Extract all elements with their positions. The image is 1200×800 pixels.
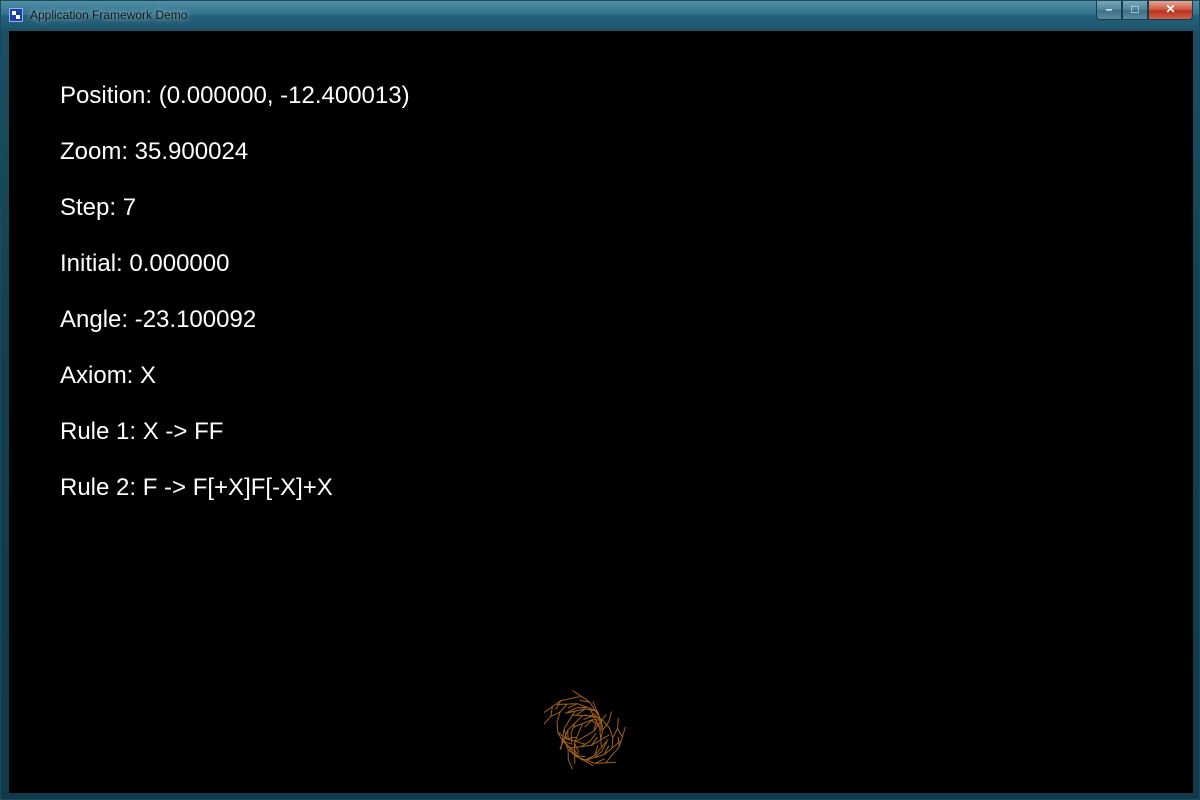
window-title: Application Framework Demo: [30, 8, 188, 22]
window-controls: – □ ✕: [1096, 1, 1193, 21]
step-readout: Step: 7: [60, 194, 137, 221]
tree-branches: [543, 690, 626, 770]
maximize-button[interactable]: □: [1122, 1, 1148, 20]
rule2-readout: Rule 2: F -> F[+X]F[-X]+X: [60, 474, 333, 501]
app-window: Application Framework Demo – □ ✕ Positio…: [0, 0, 1200, 800]
minimize-button[interactable]: –: [1096, 1, 1122, 20]
position-readout: Position: (0.000000, -12.400013): [60, 82, 410, 109]
axiom-readout: Axiom: X: [60, 362, 157, 389]
app-icon[interactable]: [9, 8, 23, 22]
title-bar[interactable]: Application Framework Demo – □ ✕: [1, 1, 1199, 29]
close-button[interactable]: ✕: [1148, 1, 1193, 20]
render-canvas[interactable]: Position: (0.000000, -12.400013) Zoom: 3…: [9, 31, 1193, 793]
rule1-readout: Rule 1: X -> FF: [60, 418, 224, 445]
angle-readout: Angle: -23.100092: [60, 306, 257, 333]
zoom-readout: Zoom: 35.900024: [60, 138, 249, 165]
initial-readout: Initial: 0.000000: [60, 250, 230, 277]
